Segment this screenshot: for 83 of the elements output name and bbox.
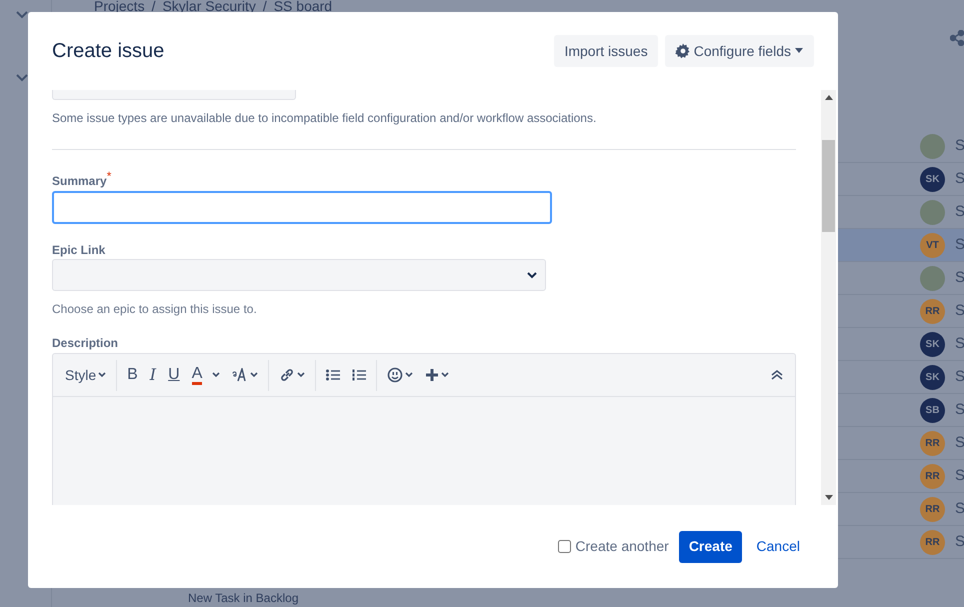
issue-row[interactable]: SK S [838,163,964,196]
issue-key: S [955,266,964,290]
caret-icon [794,48,804,54]
font-size-icon [232,368,248,382]
issue-row[interactable]: RR S [838,526,964,559]
plus-icon [425,368,440,382]
create-another-checkbox[interactable] [558,540,572,553]
caret-icon [405,372,414,378]
chevron-down-icon[interactable] [16,11,28,19]
avatar: VT [920,232,945,258]
underline-button[interactable]: U [162,360,186,390]
scroll-up-icon[interactable] [824,95,832,100]
issue-key: S [955,366,964,388]
issue-key: S [955,168,964,190]
caret-icon [98,372,106,378]
caret-icon [250,372,258,378]
backlog-task-text: New Task in Backlog [188,591,298,605]
epic-link-label: Epic Link [52,242,106,259]
import-issues-button[interactable]: Import issues [554,35,658,67]
issue-key: S [955,464,964,488]
issue-row[interactable]: VT S [838,229,964,262]
caret-icon [441,372,450,378]
epic-link-help-text: Choose an epic to assign this issue to. [52,301,258,318]
issue-key: S [955,234,964,256]
scrollbar-thumb[interactable] [822,140,835,232]
avatar: RR [920,530,945,554]
cancel-link[interactable]: Cancel [752,536,804,557]
summary-label: Summary [52,173,107,190]
bullet-list-icon [326,369,340,381]
description-label: Description [52,335,118,352]
avatar: RR [920,464,945,488]
avatar-photo-placeholder [920,134,945,158]
italic-button[interactable]: I [144,360,162,390]
issue-key: S [955,300,964,322]
issue-key: S [955,432,964,454]
issue-row[interactable]: S [838,262,964,295]
share-icon[interactable] [950,30,964,46]
issue-key: S [955,530,964,554]
issue-row[interactable]: SK S [838,328,964,361]
avatar: SB [920,398,945,422]
avatar: RR [920,430,945,456]
create-button[interactable]: Create [678,530,742,562]
issue-row[interactable]: RR S [838,295,964,328]
double-chevron-up-icon [771,370,783,380]
dialog-title: Create issue [52,39,164,63]
avatar: SK [920,166,945,192]
avatar: RR [920,298,945,324]
issue-key: S [955,398,964,422]
bold-button[interactable]: B [121,360,144,390]
breadcrumb-separator: / [152,0,156,16]
issue-type-note: Some issue types are unavailable due to incompatible field configuration and/or workflow associations. [52,110,598,127]
avatar: RR [920,496,945,522]
settings-icon [674,43,691,59]
link-icon [279,367,296,383]
numbered-list-icon [352,369,366,381]
caret-icon [297,372,306,378]
issue-row[interactable]: RR S [838,427,964,460]
issue-row[interactable]: S [838,130,964,163]
avatar: SK [920,332,945,356]
style-menu-button[interactable]: Style [59,360,112,390]
issue-row[interactable]: SK S [838,361,964,394]
scrollbar[interactable] [821,90,836,505]
required-mark: * [106,169,112,183]
avatar: SK [920,364,945,390]
configure-fields-button[interactable]: Configure fields [664,35,814,67]
issue-row[interactable]: SB S [838,394,964,427]
text-color-button[interactable]: A [186,360,226,390]
issue-key: S [955,134,964,158]
issue-key: S [955,498,964,520]
scroll-down-icon[interactable] [824,495,832,500]
smiley-icon [387,367,404,383]
avatar-photo-placeholder [920,266,945,290]
issue-key: S [955,332,964,356]
issue-row[interactable]: RR S [838,460,964,493]
issue-row[interactable]: RR S [838,493,964,526]
issue-key: S [955,200,964,224]
avatar-photo-placeholder [920,200,945,224]
chevron-down-icon [527,272,537,278]
breadcrumb-separator: / [262,0,267,16]
summary-input-field[interactable] [52,191,552,224]
caret-icon [212,372,220,378]
create-another-label[interactable]: Create another [575,536,669,557]
chevron-down-icon[interactable] [16,74,28,82]
